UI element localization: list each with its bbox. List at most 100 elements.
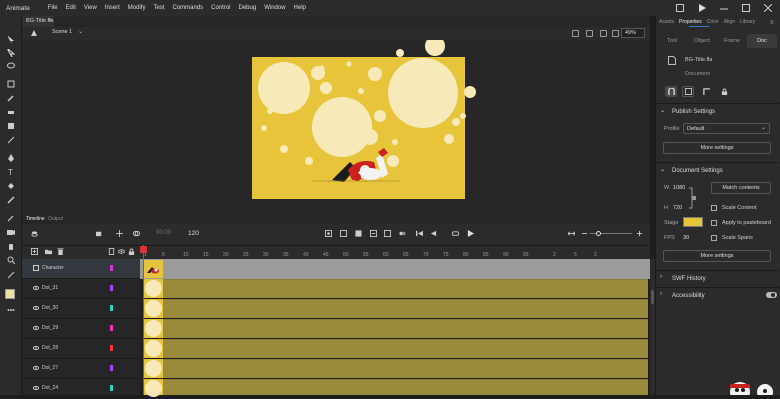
width-field[interactable]: 1080	[673, 185, 685, 191]
accessibility-header[interactable]: › Accessibility	[660, 291, 776, 303]
layer-color-swatch[interactable]	[110, 385, 113, 391]
previous-frame-icon[interactable]	[430, 230, 437, 237]
parenting-icon[interactable]	[116, 230, 123, 237]
paint-bucket-tool-icon[interactable]	[7, 182, 15, 190]
swf-history-header[interactable]: › SWF History	[660, 274, 776, 286]
workspace-icon[interactable]	[676, 4, 684, 12]
pen-tool-icon[interactable]	[7, 154, 15, 162]
zoom-field[interactable]: 49%	[621, 28, 645, 38]
onion-skin-toggle-icon[interactable]	[399, 230, 406, 237]
onion-skin-icon[interactable]	[133, 230, 140, 237]
bone-tool-icon[interactable]	[7, 196, 15, 204]
eye-icon[interactable]	[33, 285, 39, 291]
options-icon[interactable]	[7, 306, 15, 314]
eye-icon[interactable]	[33, 385, 39, 391]
tab-timeline[interactable]: Timeline	[26, 216, 45, 222]
layer-row[interactable]: Dot_28	[22, 339, 140, 359]
hand-tool-icon[interactable]	[7, 242, 15, 250]
frame-row[interactable]	[140, 319, 650, 339]
tab-frame[interactable]: Frame	[717, 34, 747, 48]
menu-debug[interactable]: Debug	[235, 5, 261, 11]
tween-span[interactable]	[163, 359, 648, 378]
tab-align[interactable]: Align	[724, 19, 735, 25]
fill-color-swatch[interactable]	[5, 289, 15, 299]
show-all-layers-icon[interactable]	[108, 248, 115, 255]
document-more-settings-button[interactable]: More settings	[663, 250, 771, 262]
publish-more-settings-button[interactable]: More settings	[663, 142, 771, 154]
tab-properties[interactable]: Properties	[679, 19, 702, 25]
frame-row[interactable]	[140, 359, 650, 379]
eye-icon[interactable]	[33, 345, 39, 351]
scale-content-checkbox[interactable]	[711, 205, 717, 211]
center-stage-icon[interactable]	[572, 30, 579, 37]
menu-window[interactable]: Window	[260, 5, 289, 11]
tab-library[interactable]: Library	[740, 19, 755, 25]
panel-menu-icon[interactable]: ≡	[770, 20, 774, 26]
tween-span[interactable]	[163, 279, 648, 298]
play-icon[interactable]	[467, 230, 474, 237]
layer-row[interactable]: Dot_29	[22, 319, 140, 339]
zoom-tool-icon[interactable]	[7, 256, 15, 264]
tab-color[interactable]: Color	[707, 19, 719, 25]
insert-keyframe-icon[interactable]	[325, 230, 332, 237]
frame-row[interactable]	[140, 339, 650, 359]
menu-control[interactable]: Control	[207, 5, 234, 11]
new-layer-icon[interactable]	[31, 248, 38, 255]
brush-tool-icon[interactable]	[7, 94, 15, 102]
layer-color-swatch[interactable]	[110, 325, 113, 331]
frame-row[interactable]	[140, 279, 650, 299]
lock-icon[interactable]	[128, 248, 135, 255]
fps-field[interactable]: 120	[188, 230, 199, 237]
scrollbar-thumb[interactable]	[651, 290, 654, 304]
scene-selector-label[interactable]: Scene 1	[52, 29, 72, 35]
tween-icon[interactable]	[370, 230, 377, 237]
tween-span[interactable]	[163, 379, 648, 395]
rectangle-tool-icon[interactable]	[7, 122, 15, 130]
tween-span[interactable]	[163, 319, 648, 338]
lock-icon[interactable]	[721, 88, 728, 95]
test-play-icon[interactable]	[698, 4, 706, 12]
layer-row[interactable]: Dot_31	[22, 279, 140, 299]
publish-settings-header[interactable]: ⌄ Publish Settings	[660, 107, 776, 119]
clip-content-icon[interactable]	[600, 30, 607, 37]
minimize-icon[interactable]	[720, 4, 728, 12]
insert-frame-icon[interactable]	[355, 230, 362, 237]
eye-icon[interactable]	[33, 365, 39, 371]
scale-spans-checkbox[interactable]	[711, 235, 717, 241]
insert-classic-tween-icon[interactable]	[384, 230, 391, 237]
layer-row[interactable]: Character	[22, 259, 140, 279]
timeline-zoom-handle[interactable]	[596, 231, 601, 236]
profile-select[interactable]: Default ⌄	[683, 123, 770, 134]
layer-color-swatch[interactable]	[110, 305, 113, 311]
chevron-down-icon[interactable]: ⌄	[78, 28, 83, 35]
current-frame-field[interactable]: 30.00	[156, 230, 171, 236]
line-tool-icon[interactable]	[7, 136, 15, 144]
new-folder-icon[interactable]	[45, 248, 52, 255]
close-icon[interactable]	[764, 4, 772, 12]
doc-fps-field[interactable]: 30	[683, 235, 689, 241]
lasso-tool-icon[interactable]	[7, 62, 15, 70]
tween-span[interactable]	[163, 339, 648, 358]
selection-tool-icon[interactable]	[7, 36, 15, 44]
rotation-icon[interactable]	[586, 30, 593, 37]
document-settings-header[interactable]: ⌄ Document Settings	[660, 166, 776, 178]
frame-row[interactable]	[140, 299, 650, 319]
close-tab-icon[interactable]: ×	[48, 16, 52, 27]
tab-doc[interactable]: Doc	[747, 34, 777, 48]
eyedropper-tool-icon[interactable]	[7, 214, 15, 222]
insert-blank-keyframe-icon[interactable]	[340, 230, 347, 237]
stage-color-swatch[interactable]	[683, 217, 703, 227]
layer-color-swatch[interactable]	[110, 365, 113, 371]
character-frame-row[interactable]	[140, 259, 650, 279]
stage-pasteboard[interactable]	[22, 40, 650, 215]
tab-assets[interactable]: Assets	[659, 19, 674, 25]
free-transform-tool-icon[interactable]	[7, 80, 15, 88]
stroke-color-icon[interactable]	[7, 271, 15, 279]
height-field[interactable]: 720	[673, 205, 682, 211]
menu-commands[interactable]: Commands	[168, 5, 207, 11]
menu-edit[interactable]: Edit	[62, 5, 80, 11]
eye-icon[interactable]	[118, 248, 125, 255]
layer-row[interactable]: Dot_24	[22, 379, 140, 399]
tab-tool[interactable]: Tool	[657, 34, 687, 48]
menu-test[interactable]: Test	[149, 5, 168, 11]
